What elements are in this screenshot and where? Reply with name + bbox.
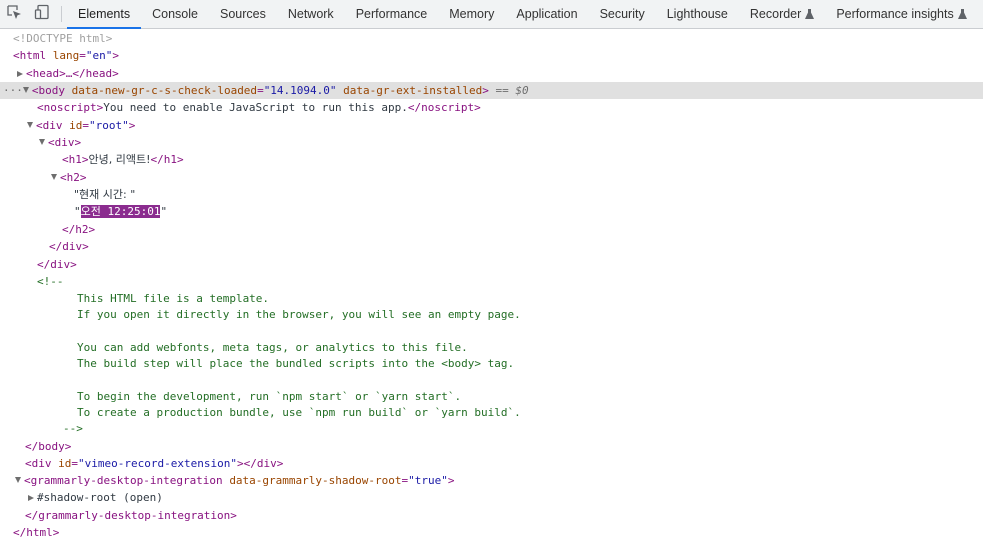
collapse-triangle-icon[interactable] [22,87,29,93]
h2-node[interactable]: <h2> [0,169,983,186]
root-div-close-tag[interactable]: </div> [0,256,983,273]
h2-time-text-node[interactable]: "오전 12:25:01" [0,203,983,220]
grammarly-close-tag[interactable]: </grammarly-desktop-integration> [0,507,983,524]
inspect-element-button[interactable] [0,0,28,28]
h2-close-tag[interactable]: </h2> [0,221,983,238]
expand-triangle-icon[interactable] [17,71,23,77]
expand-triangle-icon[interactable] [28,495,34,501]
tab-sources[interactable]: Sources [209,0,277,28]
tab-security[interactable]: Security [589,0,656,28]
collapse-triangle-icon[interactable] [15,477,21,483]
noscript-node[interactable]: <noscript>You need to enable JavaScript … [0,99,983,116]
comment-close: --> [63,422,83,435]
inner-div-close-tag[interactable]: </div> [0,238,983,255]
comment-line: This HTML file is a template. [77,292,270,305]
tab-recorder[interactable]: Recorder [739,0,825,28]
body-node-selected[interactable]: ··· <body data-new-gr-c-s-check-loaded="1… [0,82,983,99]
head-node[interactable]: <head>…</head> [0,65,983,82]
device-toolbar-button[interactable] [28,0,56,28]
collapse-triangle-icon[interactable] [51,174,57,180]
tab-network[interactable]: Network [277,0,345,28]
comment-open[interactable]: <!-- [0,273,983,290]
shadow-root-node[interactable]: #shadow-root (open) [0,489,983,506]
collapse-triangle-icon[interactable] [27,122,33,128]
comment-line: The build step will place the bundled sc… [77,357,515,370]
h2-text-node[interactable]: "현재 시간: " [0,186,983,203]
tab-performance[interactable]: Performance [345,0,439,28]
comment-line: To create a production bundle, use `npm … [77,406,521,419]
doctype-node[interactable]: <!DOCTYPE html> [0,30,983,47]
comment-line: If you open it directly in the browser, … [77,308,521,321]
comment-line: To begin the development, run `npm start… [77,390,462,403]
comment-line: You can add webfonts, meta tags, or anal… [77,341,468,354]
more-options-icon[interactable]: ··· [3,84,23,97]
body-close-tag[interactable]: </body> [0,438,983,455]
toolbar-divider [61,6,62,22]
inspect-cursor-icon [6,4,22,25]
experimental-flask-icon [805,9,815,19]
panel-tabs: Elements Console Sources Network Perform… [67,0,978,29]
device-icon [34,4,50,25]
dom-tree: <!DOCTYPE html> <html lang="en"> <head>…… [0,29,983,548]
html-close-tag[interactable]: </html> [0,524,983,541]
devtools-toolbar: Elements Console Sources Network Perform… [0,0,983,29]
vimeo-div-node[interactable]: <div id="vimeo-record-extension"></div> [0,455,983,472]
tab-application[interactable]: Application [505,0,588,28]
tab-elements[interactable]: Elements [67,0,142,29]
h1-node[interactable]: <h1>안녕, 리액트!</h1> [0,151,983,168]
tab-console[interactable]: Console [141,0,209,28]
collapse-triangle-icon[interactable] [39,139,45,145]
tab-lighthouse[interactable]: Lighthouse [656,0,739,28]
tab-performance-insights[interactable]: Performance insights [825,0,977,28]
experimental-flask-icon [957,9,967,19]
inner-div-node[interactable]: <div> [0,134,983,151]
grammarly-node[interactable]: <grammarly-desktop-integration data-gram… [0,472,983,489]
root-div-node[interactable]: <div id="root"> [0,117,983,134]
html-node[interactable]: <html lang="en"> [0,47,983,64]
tab-memory[interactable]: Memory [438,0,505,28]
